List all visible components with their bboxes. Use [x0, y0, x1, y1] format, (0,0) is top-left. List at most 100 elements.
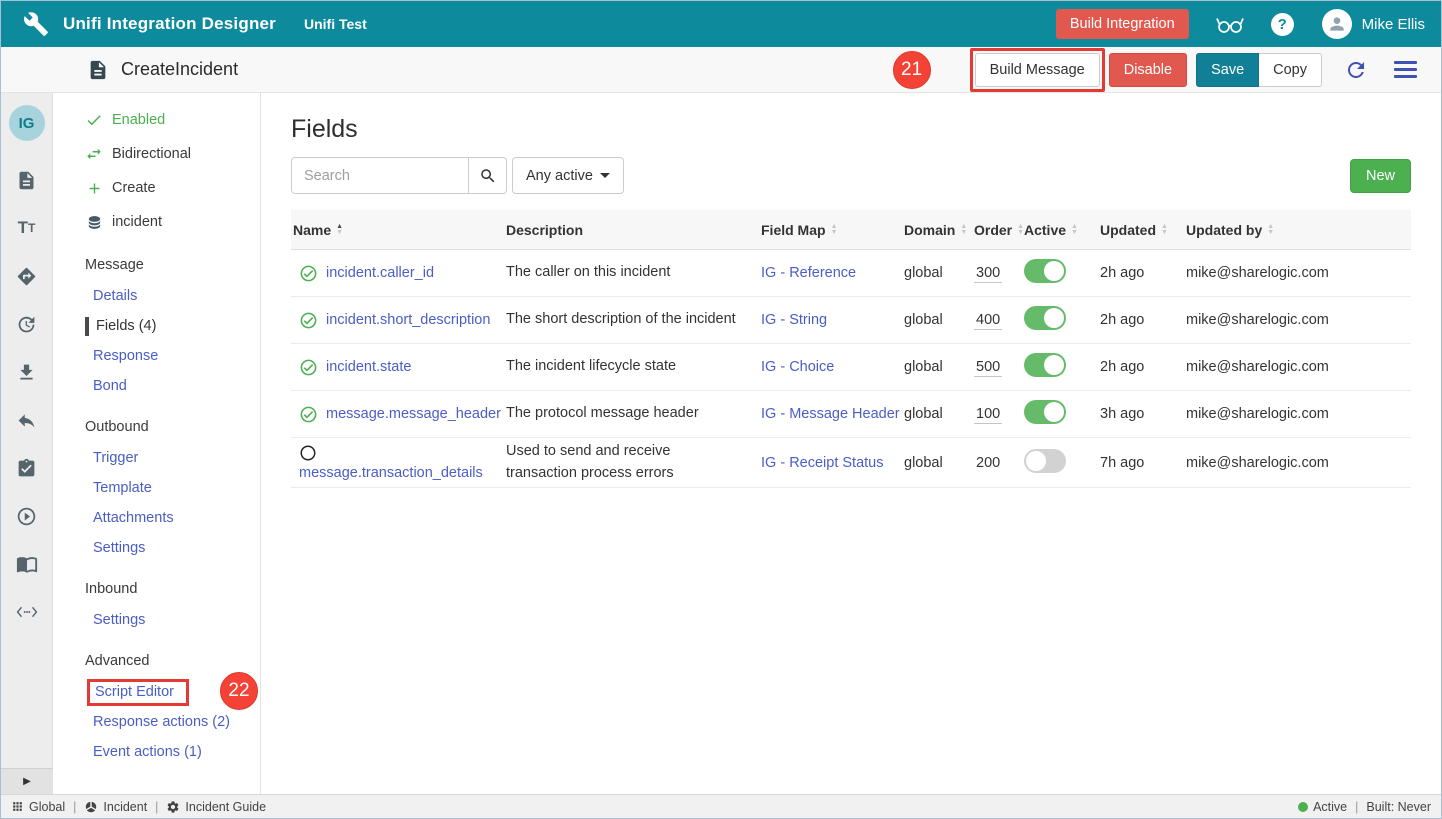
nav-item-create[interactable]: Create	[53, 171, 260, 205]
field-order-value[interactable]: 200	[974, 455, 1002, 472]
field-updated: 2h ago	[1098, 265, 1184, 281]
active-toggle[interactable]	[1024, 353, 1066, 377]
field-updated-by: mike@sharelogic.com	[1184, 359, 1411, 375]
active-check-icon	[299, 264, 318, 283]
directions-icon[interactable]	[16, 265, 38, 287]
field-map-link[interactable]: IG - Message Header	[761, 406, 900, 422]
search-button[interactable]	[469, 157, 507, 194]
filter-dropdown[interactable]: Any active	[512, 157, 624, 194]
nav-item-bidirectional[interactable]: Bidirectional	[53, 137, 260, 171]
field-order-value[interactable]: 100	[974, 406, 1002, 424]
field-name-link[interactable]: incident.state	[326, 359, 411, 375]
nav-item-response-actions[interactable]: Response actions (2)	[53, 707, 260, 737]
field-domain: global	[902, 312, 972, 328]
wrench-logo-icon[interactable]	[23, 11, 49, 37]
nav-item-details[interactable]: Details	[53, 281, 260, 311]
active-toggle[interactable]	[1024, 449, 1066, 473]
text-format-icon[interactable]: TT	[16, 217, 38, 239]
column-header[interactable]: Description ▲▼	[504, 222, 759, 238]
column-header[interactable]: Order ▲▼	[972, 222, 1022, 238]
field-name-link[interactable]: message.message_header	[326, 406, 501, 422]
disable-button[interactable]: Disable	[1109, 53, 1187, 87]
new-button[interactable]: New	[1350, 159, 1411, 193]
download-icon[interactable]	[16, 361, 38, 383]
database-icon	[85, 213, 103, 231]
nav-item-trigger[interactable]: Trigger	[53, 443, 260, 473]
app-window: Unifi Integration Designer Unifi Test Bu…	[0, 0, 1442, 819]
field-order-value[interactable]: 300	[974, 265, 1002, 283]
fields-table: Name ▲▼ Description ▲▼ Field Map ▲▼	[291, 210, 1411, 488]
nav-item-response[interactable]: Response	[53, 341, 260, 371]
field-map-link[interactable]: IG - Choice	[761, 359, 834, 375]
sort-arrows-icon: ▲▼	[1267, 224, 1274, 236]
field-updated: 2h ago	[1098, 312, 1184, 328]
field-domain: global	[902, 455, 972, 471]
active-toggle[interactable]	[1024, 259, 1066, 283]
task-check-icon[interactable]	[16, 457, 38, 479]
main-content: Fields Any active New	[261, 93, 1441, 794]
copy-button[interactable]: Copy	[1259, 53, 1322, 87]
field-name-link[interactable]: message.transaction_details	[299, 465, 483, 481]
top-bar: Unifi Integration Designer Unifi Test Bu…	[1, 1, 1441, 47]
field-name-link[interactable]: incident.short_description	[326, 312, 490, 328]
document-icon[interactable]	[16, 169, 38, 191]
nav-item-event-actions[interactable]: Event actions (1)	[53, 737, 260, 767]
nav-item-inbound-settings[interactable]: Settings	[53, 605, 260, 635]
column-header[interactable]: Domain ▲▼	[902, 222, 972, 238]
field-map-link[interactable]: IG - String	[761, 312, 827, 328]
field-description: Used to send and receive transaction pro…	[504, 441, 759, 483]
refresh-button[interactable]	[1344, 58, 1368, 82]
menu-icon[interactable]	[1394, 61, 1417, 78]
sort-arrows-icon: ▲▼	[1071, 224, 1078, 236]
user-avatar[interactable]	[1322, 9, 1352, 39]
nav-item-outbound-settings[interactable]: Settings	[53, 533, 260, 563]
field-updated: 7h ago	[1098, 455, 1184, 471]
active-toggle[interactable]	[1024, 306, 1066, 330]
preview-glasses-icon[interactable]	[1215, 13, 1245, 35]
search-input[interactable]	[291, 157, 469, 194]
nav-item-attachments[interactable]: Attachments	[53, 503, 260, 533]
column-header[interactable]: Updated ▲▼	[1098, 222, 1184, 238]
table-row: message.transaction_details Used to send…	[291, 438, 1411, 488]
document-icon	[87, 59, 109, 81]
save-button[interactable]: Save	[1196, 53, 1259, 87]
build-message-button[interactable]: Build Message	[975, 53, 1100, 87]
column-header[interactable]: Field Map ▲▼	[759, 222, 902, 238]
workspace-name[interactable]: Unifi Test	[304, 16, 367, 32]
rail-avatar[interactable]: IG	[9, 105, 45, 141]
nav-item-incident[interactable]: incident	[53, 205, 260, 239]
build-integration-button[interactable]: Build Integration	[1056, 9, 1189, 39]
book-icon[interactable]	[16, 553, 38, 575]
check-icon	[85, 111, 103, 129]
statusbar-global[interactable]: Global	[11, 800, 65, 814]
nav-section-inbound: Inbound	[53, 573, 260, 605]
field-map-link[interactable]: IG - Receipt Status	[761, 455, 884, 471]
field-order-value[interactable]: 500	[974, 359, 1002, 377]
sort-arrows-icon: ▲▼	[1161, 224, 1168, 236]
play-circle-icon[interactable]	[16, 505, 38, 527]
field-map-link[interactable]: IG - Reference	[761, 265, 856, 281]
inactive-circle-icon	[299, 444, 317, 462]
field-name-link[interactable]: incident.caller_id	[326, 265, 434, 281]
user-name[interactable]: Mike Ellis	[1362, 16, 1425, 33]
column-header[interactable]: Active ▲▼	[1022, 222, 1098, 238]
column-header[interactable]: Name ▲▼	[291, 222, 504, 238]
history-icon[interactable]	[16, 313, 38, 335]
nav-item-template[interactable]: Template	[53, 473, 260, 503]
active-toggle[interactable]	[1024, 400, 1066, 424]
field-order-value[interactable]: 400	[974, 312, 1002, 330]
active-check-icon	[299, 405, 318, 424]
column-header[interactable]: Updated by ▲▼	[1184, 222, 1411, 238]
collapse-arrow-icon[interactable]: ▶	[1, 768, 53, 794]
nav-item-bond[interactable]: Bond	[53, 371, 260, 401]
statusbar-incident-guide[interactable]: Incident Guide	[166, 800, 266, 814]
statusbar-incident[interactable]: Incident	[84, 800, 147, 814]
field-updated-by: mike@sharelogic.com	[1184, 265, 1411, 281]
nav-item-fields[interactable]: Fields (4)	[53, 311, 260, 341]
nav-item-enabled[interactable]: Enabled	[53, 103, 260, 137]
field-updated-by: mike@sharelogic.com	[1184, 312, 1411, 328]
grid-icon	[11, 800, 24, 813]
reply-icon[interactable]	[16, 409, 38, 431]
help-icon[interactable]: ?	[1271, 13, 1294, 36]
code-icon[interactable]	[16, 601, 38, 623]
